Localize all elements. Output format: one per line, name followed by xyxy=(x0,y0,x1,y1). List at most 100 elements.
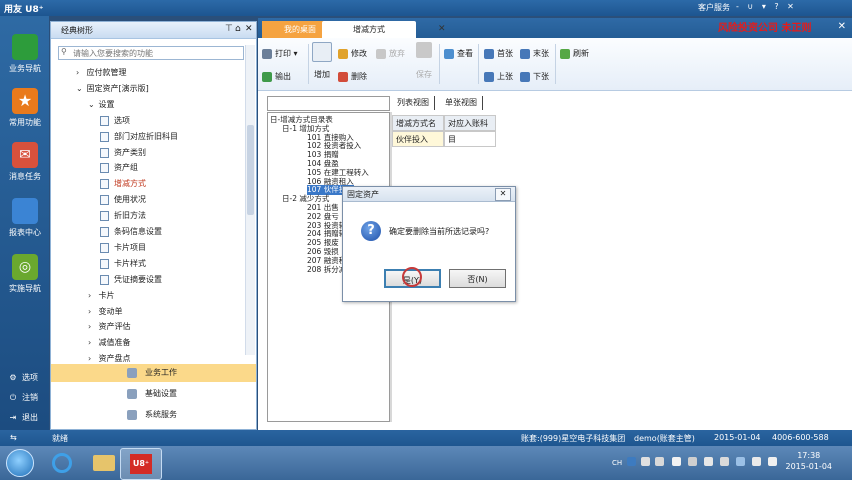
start-button[interactable] xyxy=(6,449,34,477)
tree-item[interactable]: › 资产评估 xyxy=(88,320,131,334)
tree-item[interactable]: ⌄ 固定资产[演示版] xyxy=(76,82,149,96)
tray-icon[interactable] xyxy=(688,457,697,466)
dialog-title: 固定资产 xyxy=(347,190,379,199)
delete-button[interactable]: 删除 xyxy=(338,70,367,84)
tree-item[interactable]: 部门对应折旧科目 xyxy=(100,130,178,144)
nav-logout[interactable]: ⏻ 注销 xyxy=(8,392,38,403)
tray-icon[interactable] xyxy=(768,457,777,466)
tree-item[interactable]: 资产类别 xyxy=(100,146,146,160)
module-system-label: 系统服务 xyxy=(145,410,177,419)
close-all-tabs-icon[interactable]: ✕ xyxy=(838,21,846,32)
nav-exit[interactable]: ⇥ 退出 xyxy=(8,412,38,423)
modify-button[interactable]: 修改 xyxy=(338,47,367,61)
nav-reports[interactable]: 报表中心 xyxy=(4,198,46,238)
last-label: 末张 xyxy=(533,49,549,58)
tree-scrollbar[interactable] xyxy=(245,45,255,355)
tree-item[interactable]: 卡片项目 xyxy=(100,241,146,255)
tree-item[interactable]: 折旧方法 xyxy=(100,209,146,223)
nav-messages[interactable]: ✉ 消息任务 xyxy=(4,142,46,182)
chevron-right-icon[interactable]: › xyxy=(88,305,96,319)
tray-icon[interactable] xyxy=(627,457,636,466)
tab-desktop-label: 我的桌面 xyxy=(284,25,316,34)
close-icon[interactable]: ✕ xyxy=(245,24,253,34)
grid-cell[interactable] xyxy=(444,131,496,147)
tree-item[interactable]: 使用状况 xyxy=(100,193,146,207)
gear-icon xyxy=(127,389,137,399)
pin-icon[interactable]: ⊤ xyxy=(225,24,233,34)
chevron-down-icon[interactable]: ⌄ xyxy=(76,82,84,96)
chevron-right-icon[interactable]: › xyxy=(88,320,96,334)
window-controls[interactable]: - ∪ ▾ ? ✕ xyxy=(736,2,797,11)
module-basic[interactable]: 基础设置 xyxy=(51,385,256,403)
tree-item[interactable]: › 减值准备 xyxy=(88,336,131,350)
first-button[interactable]: 首张 xyxy=(484,47,513,61)
network-icon[interactable] xyxy=(736,457,745,466)
refresh-icon xyxy=(560,48,570,59)
chevron-right-icon[interactable]: › xyxy=(88,336,96,350)
chevron-right-icon[interactable]: › xyxy=(88,289,96,303)
save-button-label[interactable]: 保存 xyxy=(416,68,432,82)
tray-icon[interactable] xyxy=(704,457,713,466)
last-icon xyxy=(520,48,530,59)
tab-close-icon[interactable]: ✕ xyxy=(438,21,446,38)
last-button[interactable]: 末张 xyxy=(520,47,549,61)
tray-icon[interactable] xyxy=(672,457,681,466)
tree-item[interactable]: 选项 xyxy=(100,114,130,128)
tray-icon[interactable] xyxy=(655,457,664,466)
customer-service-link[interactable]: 客户服务 xyxy=(698,2,730,13)
add-doc-icon xyxy=(312,42,332,62)
chevron-right-icon[interactable]: › xyxy=(76,66,84,80)
u8-taskbar-item[interactable]: U8⁺ xyxy=(120,448,162,480)
tree-item[interactable]: 条码信息设置 xyxy=(100,225,162,239)
nav-options[interactable]: ⚙ 选项 xyxy=(8,372,38,383)
prev-button[interactable]: 上张 xyxy=(484,70,513,84)
discard-button[interactable]: 放弃 xyxy=(376,47,405,61)
status-date: 2015-01-04 xyxy=(714,433,761,442)
nav-implementation[interactable]: ◎ 实施导航 xyxy=(4,254,46,294)
tree-item[interactable]: › 应付款管理 xyxy=(76,66,127,80)
filter-box[interactable] xyxy=(267,96,390,111)
tree-scroll-thumb[interactable] xyxy=(247,125,254,215)
tree-item[interactable]: 增减方式 xyxy=(100,177,146,191)
nav-business[interactable]: 业务导航 xyxy=(4,34,46,74)
module-business[interactable]: 业务工作 xyxy=(51,364,256,382)
language-indicator[interactable]: CH xyxy=(612,459,622,467)
tab-card-view[interactable]: 单张视图 xyxy=(440,96,483,110)
chevron-down-icon[interactable]: ⌄ xyxy=(88,98,96,112)
add-button-label[interactable]: 增加 xyxy=(314,68,330,82)
tree-item[interactable]: › 变动单 xyxy=(88,305,123,319)
view-button[interactable]: 查看 xyxy=(444,47,473,61)
collapse-icon[interactable]: ⇆ xyxy=(10,433,17,442)
refresh-button[interactable]: 刷新 xyxy=(560,47,589,61)
tree-item-label: 减值准备 xyxy=(98,338,131,347)
ie-taskbar-item[interactable] xyxy=(42,448,82,478)
add-button[interactable] xyxy=(312,42,334,64)
next-button[interactable]: 下张 xyxy=(520,70,549,84)
save-button[interactable] xyxy=(416,42,436,62)
no-button[interactable]: 否(N) xyxy=(449,269,506,288)
first-label: 首张 xyxy=(497,49,513,58)
nav-favorites[interactable]: ★ 常用功能 xyxy=(4,88,46,128)
explorer-taskbar-item[interactable] xyxy=(84,448,124,478)
print-button[interactable]: 打印 ▾ xyxy=(262,47,298,61)
home-icon[interactable]: ⌂ xyxy=(235,24,241,34)
tree-item[interactable]: › 卡片 xyxy=(88,289,115,303)
search-input[interactable] xyxy=(58,46,244,60)
tree-item[interactable]: 卡片样式 xyxy=(100,257,146,271)
grid-cell[interactable]: 伙伴投入 xyxy=(392,131,444,147)
tree-item[interactable]: 凭证摘要设置 xyxy=(100,273,162,287)
tab-list-view[interactable]: 列表视图 xyxy=(392,96,435,110)
export-label: 输出 xyxy=(275,72,291,81)
tab-change-method[interactable]: 增减方式 ✕ xyxy=(322,21,446,38)
tree-item[interactable]: 资产组 xyxy=(100,161,138,175)
tree-header: 经典树形 ⊤ ⌂ ✕ xyxy=(51,22,256,39)
tray-icon[interactable] xyxy=(720,457,729,466)
tree-item[interactable]: ⌄ 设置 xyxy=(88,98,115,112)
clock[interactable]: 17:38 2015-01-04 xyxy=(786,450,833,472)
tree-item-label: 增减方式 xyxy=(114,179,146,188)
dialog-close-button[interactable]: ✕ xyxy=(495,188,511,201)
export-button[interactable]: 输出 xyxy=(262,70,291,84)
module-system[interactable]: 系统服务 xyxy=(51,406,256,424)
volume-icon[interactable] xyxy=(752,457,761,466)
tray-icon[interactable] xyxy=(641,457,650,466)
